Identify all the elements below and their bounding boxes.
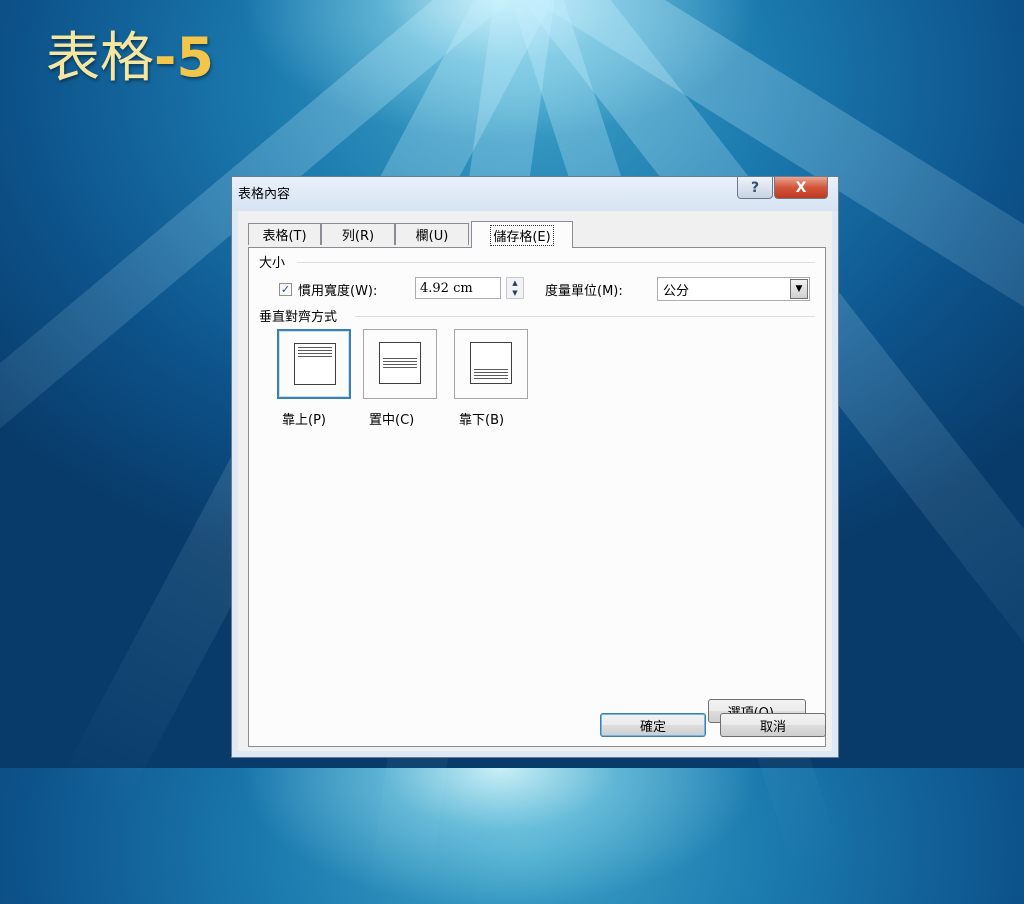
valign-top-button[interactable] [277, 329, 351, 399]
table-properties-dialog: 表格內容 ? X 表格(T) 列(R) 欄(U) 儲存格(E) 大小 ✓ 慣用寬… [231, 176, 839, 758]
slide-title-number: -5 [154, 26, 214, 89]
dialog-title: 表格內容 [238, 187, 291, 202]
align-top-icon [294, 343, 336, 385]
align-bottom-icon [470, 342, 512, 384]
measure-unit-value: 公分 [663, 284, 690, 299]
tab-label: 列(R) [341, 229, 375, 244]
preferred-width-label: 慣用寬度(W): [298, 284, 378, 299]
spin-down-icon[interactable]: ▼ [507, 288, 523, 298]
align-center-icon [379, 342, 421, 384]
valign-group-label: 垂直對齊方式 [259, 306, 342, 325]
tab-row[interactable]: 列(R) [321, 223, 395, 245]
help-button[interactable]: ? [737, 177, 773, 199]
spin-up-icon[interactable]: ▲ [507, 278, 523, 288]
tab-label: 欄(U) [415, 229, 449, 244]
size-group-label: 大小 [259, 252, 290, 271]
width-spinner[interactable]: ▲ ▼ [506, 277, 524, 299]
close-button[interactable]: X [774, 177, 828, 199]
dialog-client: 表格(T) 列(R) 欄(U) 儲存格(E) 大小 ✓ 慣用寬度(W): ▲ ▼… [238, 211, 832, 751]
tab-cell[interactable]: 儲存格(E) [471, 221, 573, 248]
valign-group-divider [355, 316, 815, 317]
dropdown-arrow-icon[interactable]: ▼ [790, 279, 808, 299]
valign-bottom-button[interactable] [454, 329, 528, 399]
slide-title-text: 表格 [46, 26, 154, 89]
valign-bottom-label: 靠下(B) [459, 413, 505, 428]
ok-button[interactable]: 確定 [600, 713, 706, 737]
cancel-button[interactable]: 取消 [720, 713, 826, 737]
slide-title: 表格-5 [46, 20, 214, 96]
preferred-width-input[interactable] [415, 277, 501, 299]
check-icon: ✓ [280, 283, 291, 296]
help-icon: ? [750, 179, 760, 196]
measure-unit-label: 度量單位(M): [545, 284, 623, 299]
valign-center-button[interactable] [363, 329, 437, 399]
dialog-titlebar[interactable]: 表格內容 ? X [232, 177, 838, 211]
tab-table[interactable]: 表格(T) [248, 223, 321, 245]
close-icon: X [795, 179, 807, 196]
valign-top-label: 靠上(P) [282, 413, 326, 428]
tab-panel-cell: 大小 ✓ 慣用寬度(W): ▲ ▼ 度量單位(M): 公分 ▼ 垂直對齊方式 [248, 247, 826, 747]
size-group-divider [297, 262, 815, 263]
valign-center-label: 置中(C) [369, 413, 415, 428]
measure-unit-select[interactable]: 公分 ▼ [657, 277, 810, 301]
tab-label: 儲存格(E) [490, 224, 554, 246]
tab-label: 表格(T) [262, 229, 307, 244]
preferred-width-checkbox[interactable]: ✓ [279, 283, 292, 296]
tab-column[interactable]: 欄(U) [395, 223, 469, 245]
